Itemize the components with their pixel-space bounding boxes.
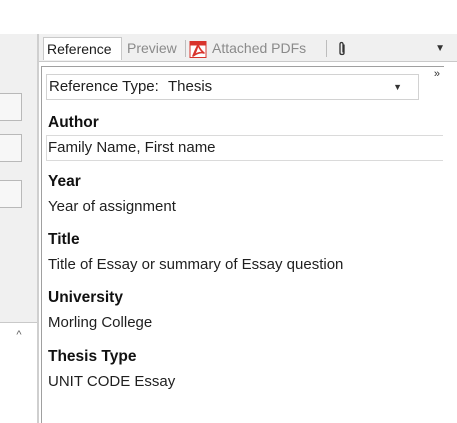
scroll-up-arrow-icon[interactable]: ^: [12, 328, 26, 342]
reference-type-select[interactable]: Reference Type: Thesis ▼: [46, 74, 419, 100]
pane-splitter[interactable]: [37, 34, 39, 423]
double-chevron-right-icon[interactable]: »: [434, 68, 440, 80]
left-pane-field-stub[interactable]: [0, 93, 22, 121]
tab-bar: Reference Preview Attached PDFs ▼: [39, 34, 457, 62]
field-label-thesis-type: Thesis Type: [48, 348, 137, 365]
year-value[interactable]: Year of assignment: [48, 196, 176, 218]
chevron-down-icon: ▼: [393, 82, 402, 92]
tab-reference-label: Reference: [47, 41, 112, 57]
thesis-type-value[interactable]: UNIT CODE Essay: [48, 371, 175, 393]
reference-editor-window: ^ Reference Preview Attached PDFs ▼ » Re…: [0, 0, 457, 423]
tab-attached-pdfs[interactable]: Attached PDFs: [189, 37, 309, 60]
reference-type-value: Thesis: [168, 78, 213, 95]
title-value[interactable]: Title of Essay or summary of Essay quest…: [48, 254, 343, 276]
pdf-icon: [189, 41, 207, 58]
field-label-author: Author: [48, 114, 99, 131]
left-pane-field-stub[interactable]: [0, 180, 22, 208]
paperclip-icon[interactable]: [337, 37, 347, 60]
reference-type-label: Reference Type:: [49, 78, 159, 95]
field-label-title: Title: [48, 231, 80, 248]
field-label-year: Year: [48, 173, 81, 190]
left-pane-field-stub[interactable]: [0, 134, 22, 162]
tab-separator: [326, 40, 327, 57]
field-label-university: University: [48, 289, 123, 306]
left-pane: ^: [0, 0, 37, 423]
tab-separator: [185, 40, 186, 57]
tab-reference[interactable]: Reference: [43, 37, 122, 60]
reference-panel: » Reference Type: Thesis ▼ Author Family…: [41, 66, 444, 423]
tab-attached-pdfs-label: Attached PDFs: [212, 40, 307, 56]
tab-preview-label: Preview: [127, 40, 177, 56]
university-value[interactable]: Morling College: [48, 312, 152, 334]
tab-preview[interactable]: Preview: [124, 37, 180, 60]
author-value[interactable]: Family Name, First name: [48, 137, 216, 159]
tab-menu-chevron-down-icon[interactable]: ▼: [435, 37, 445, 60]
